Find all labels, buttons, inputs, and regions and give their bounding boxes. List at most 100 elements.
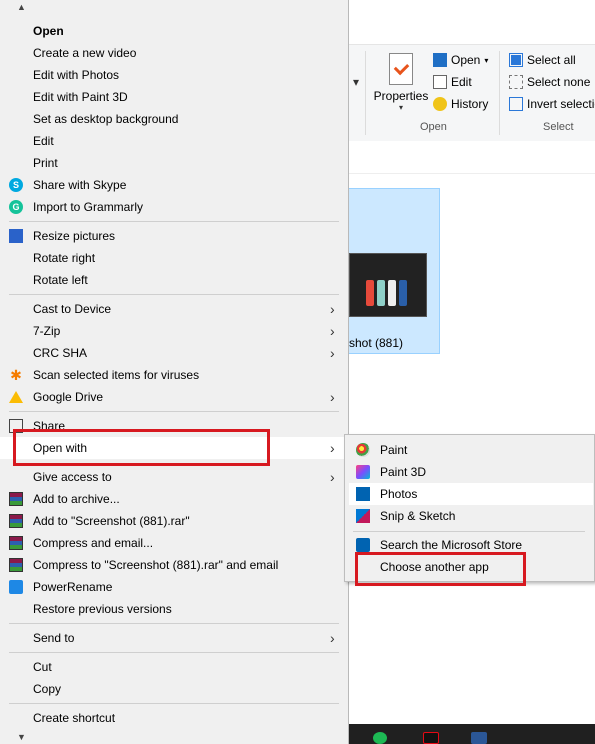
winrar-icon <box>9 492 23 506</box>
menu-item-label: Resize pictures <box>33 229 116 243</box>
menu-item-set-desktop-background[interactable]: Set as desktop background <box>0 108 346 130</box>
thumbnail-phone <box>366 280 374 306</box>
menu-item-edit-with-paint-3d[interactable]: Edit with Paint 3D <box>0 86 346 108</box>
choose-another-app-highlight <box>355 552 526 586</box>
menu-item-edit[interactable]: Edit <box>0 130 346 152</box>
submenu-item-paint-3d[interactable]: Paint 3D <box>349 461 593 483</box>
scroll-down-arrow-icon[interactable]: ▼ <box>17 732 26 742</box>
menu-item-label: Import to Grammarly <box>33 200 144 214</box>
menu-item-give-access-to[interactable]: Give access to › <box>0 466 346 488</box>
menu-item-label: Cast to Device <box>33 302 112 316</box>
menu-item-share-with-skype[interactable]: S Share with Skype <box>0 174 346 196</box>
edit-button[interactable]: Edit <box>433 75 472 89</box>
ribbon-dropdown-arrow[interactable]: ▾ <box>353 75 359 89</box>
menu-item-label: PowerRename <box>33 580 113 594</box>
invert-selection-button[interactable]: Invert selectio <box>509 97 595 111</box>
edit-icon <box>433 75 447 89</box>
resize-pictures-icon <box>9 229 23 243</box>
menu-item-import-to-grammarly[interactable]: G Import to Grammarly <box>0 196 346 218</box>
submenu-separator <box>353 531 585 532</box>
menu-item-create-new-video[interactable]: Create a new video <box>0 42 346 64</box>
menu-item-add-to-rar[interactable]: Add to "Screenshot (881).rar" <box>0 510 346 532</box>
submenu-item-label: Snip & Sketch <box>380 509 456 523</box>
properties-button[interactable]: Properties ▾ <box>373 53 429 112</box>
menu-item-label: Edit with Paint 3D <box>33 90 128 104</box>
menu-item-rotate-left[interactable]: Rotate left <box>0 269 346 291</box>
open-icon <box>433 53 447 67</box>
history-icon <box>433 97 447 111</box>
submenu-item-photos[interactable]: Photos <box>349 483 593 505</box>
menu-item-google-drive[interactable]: Google Drive › <box>0 386 346 408</box>
menu-item-label: Scan selected items for viruses <box>33 368 200 382</box>
submenu-item-paint[interactable]: Paint <box>349 439 593 461</box>
menu-item-label: Compress to "Screenshot (881).rar" and e… <box>33 558 279 572</box>
menu-item-resize-pictures[interactable]: Resize pictures <box>0 225 346 247</box>
submenu-item-label: Paint <box>380 443 408 457</box>
submenu-arrow-icon: › <box>330 323 335 339</box>
address-bar[interactable] <box>349 141 595 174</box>
menu-item-send-to[interactable]: Send to › <box>0 627 346 649</box>
menu-item-powerrename[interactable]: PowerRename <box>0 576 346 598</box>
menu-item-open[interactable]: Open <box>0 20 346 42</box>
select-all-label: Select all <box>527 53 576 67</box>
menu-separator <box>9 411 339 412</box>
file-thumbnail <box>349 253 427 317</box>
menu-item-edit-with-photos[interactable]: Edit with Photos <box>0 64 346 86</box>
spotify-icon[interactable] <box>373 732 387 744</box>
context-menu: ▲ Open Create a new video Edit with Phot… <box>0 0 349 744</box>
menu-item-label: Create shortcut <box>33 711 116 725</box>
netflix-icon[interactable] <box>423 732 439 744</box>
menu-item-add-to-archive[interactable]: Add to archive... <box>0 488 346 510</box>
winrar-icon <box>9 514 23 528</box>
menu-item-label: Edit with Photos <box>33 68 120 82</box>
menu-item-label: Compress and email... <box>33 536 154 550</box>
menu-item-label: Copy <box>33 682 62 696</box>
properties-label: Properties <box>373 89 429 103</box>
thumbnail-phone <box>388 280 396 306</box>
winrar-icon <box>9 558 23 572</box>
menu-item-rotate-right[interactable]: Rotate right <box>0 247 346 269</box>
menu-separator <box>9 623 339 624</box>
ribbon-separator <box>365 51 366 135</box>
paint-3d-icon <box>356 465 370 479</box>
menu-item-scan-for-viruses[interactable]: ✱ Scan selected items for viruses <box>0 364 346 386</box>
menu-item-cut[interactable]: Cut <box>0 656 346 678</box>
menu-item-label: Cut <box>33 660 52 674</box>
select-all-button[interactable]: Select all <box>509 53 576 67</box>
menu-item-cast-to-device[interactable]: Cast to Device › <box>0 298 346 320</box>
menu-item-crc-sha[interactable]: CRC SHA › <box>0 342 346 364</box>
menu-item-label: Open <box>33 24 64 38</box>
menu-item-compress-to-rar-and-email[interactable]: Compress to "Screenshot (881).rar" and e… <box>0 554 346 576</box>
submenu-item-snip-sketch[interactable]: Snip & Sketch <box>349 505 593 527</box>
menu-item-label: CRC SHA <box>33 346 88 360</box>
select-none-icon <box>509 75 523 89</box>
menu-item-label: Add to archive... <box>33 492 120 506</box>
menu-item-label: Rotate left <box>33 273 88 287</box>
menu-item-label: Share with Skype <box>33 178 127 192</box>
menu-item-print[interactable]: Print <box>0 152 346 174</box>
skype-icon: S <box>9 178 23 192</box>
menu-item-create-shortcut[interactable]: Create shortcut <box>0 707 346 729</box>
photos-icon <box>356 487 370 501</box>
grammarly-icon: G <box>9 200 23 214</box>
menu-item-7-zip[interactable]: 7-Zip › <box>0 320 346 342</box>
menu-item-copy[interactable]: Copy <box>0 678 346 700</box>
menu-item-compress-and-email[interactable]: Compress and email... <box>0 532 346 554</box>
menu-item-restore-previous-versions[interactable]: Restore previous versions <box>0 598 346 620</box>
submenu-arrow-icon: › <box>330 389 335 405</box>
submenu-item-label: Photos <box>380 487 418 501</box>
submenu-arrow-icon: › <box>330 440 335 456</box>
menu-separator <box>9 294 339 295</box>
word-icon[interactable] <box>471 732 487 744</box>
selected-file-tile[interactable]: shot (881) <box>349 188 440 354</box>
select-group-label: Select <box>543 121 574 133</box>
scroll-up-arrow-icon[interactable]: ▲ <box>17 2 26 12</box>
submenu-arrow-icon: › <box>330 469 335 485</box>
menu-item-label: 7-Zip <box>33 324 61 338</box>
history-button[interactable]: History <box>433 97 488 111</box>
select-none-button[interactable]: Select none <box>509 75 590 89</box>
open-button[interactable]: Open ▾ <box>433 53 488 67</box>
history-label: History <box>451 97 489 111</box>
snip-sketch-icon <box>356 509 370 523</box>
ribbon-separator <box>499 51 500 135</box>
